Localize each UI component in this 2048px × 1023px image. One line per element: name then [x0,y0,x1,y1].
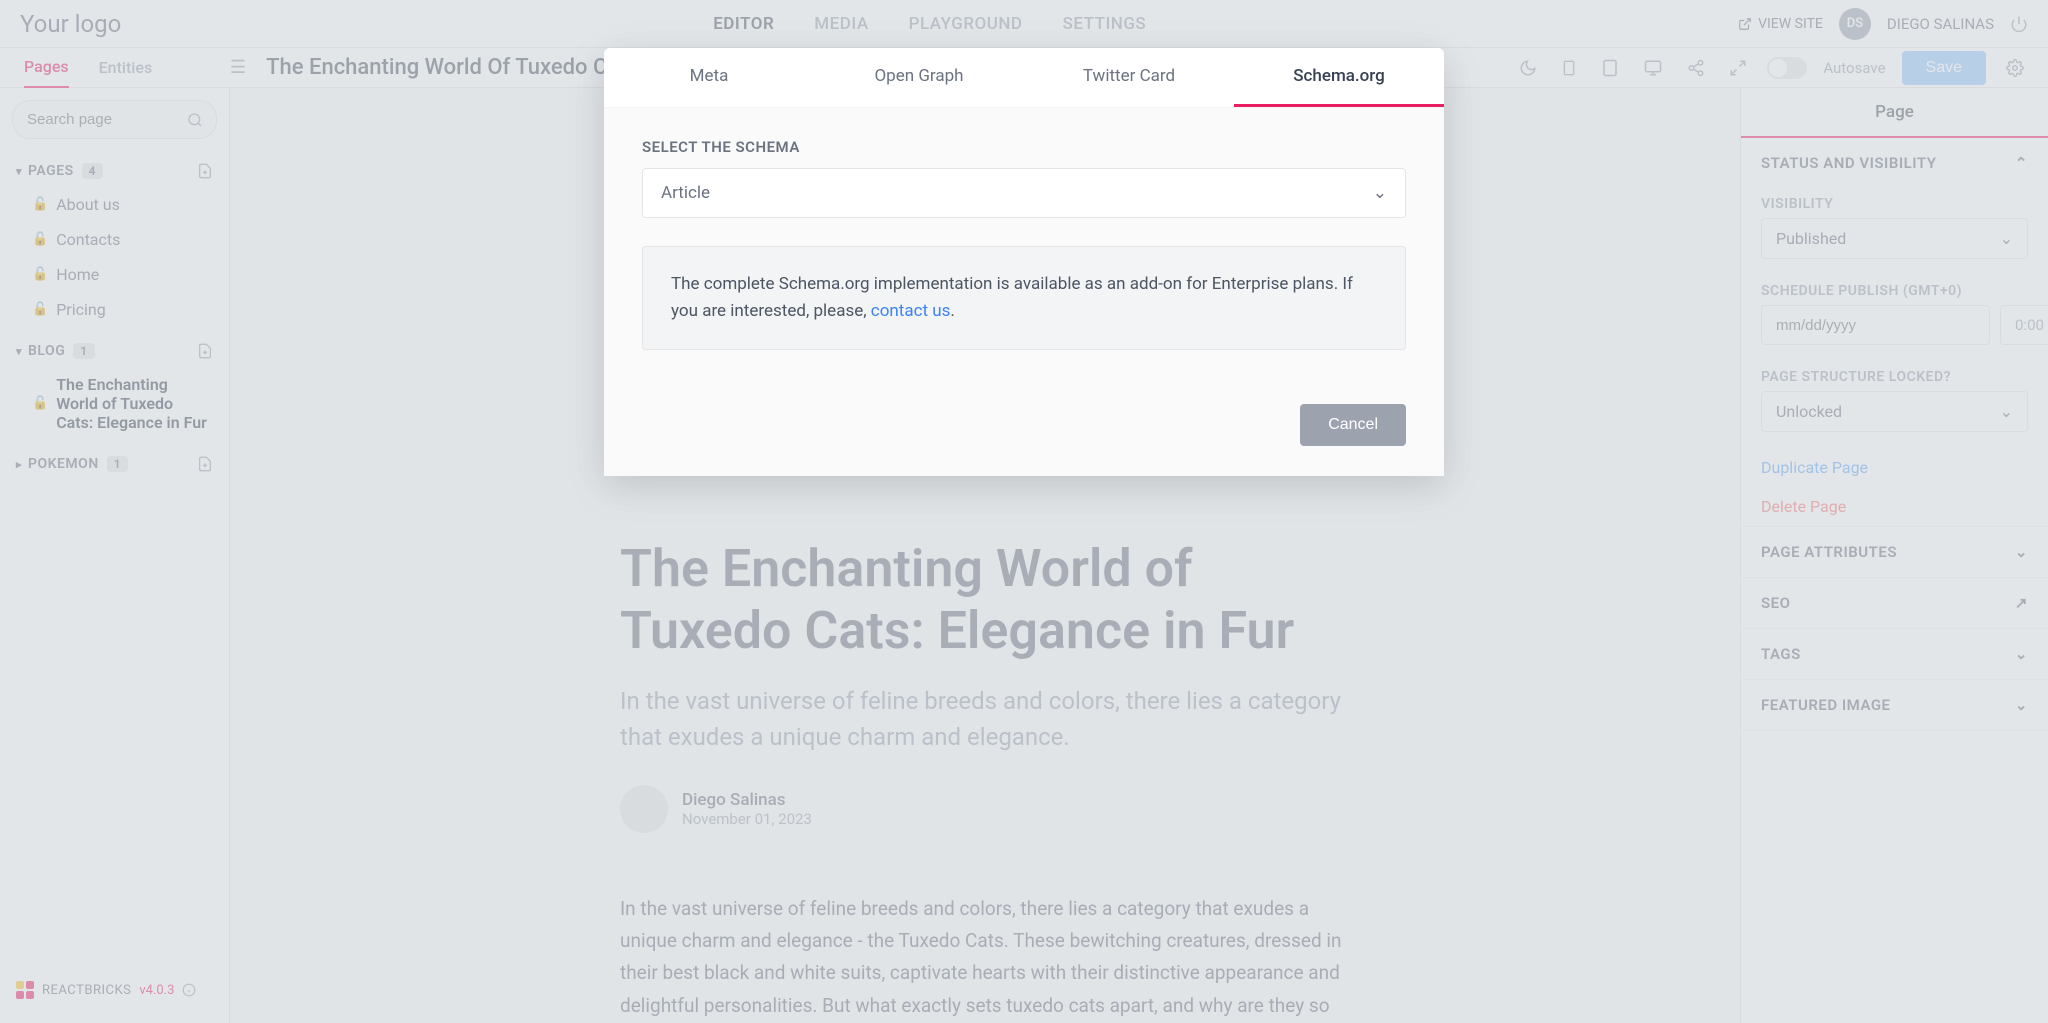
schema-select[interactable]: Article ⌄ [642,168,1406,218]
modal-body: SELECT THE SCHEMA Article ⌄ The complete… [604,108,1444,380]
schema-select-value: Article [661,183,710,203]
modal-tab-twitter[interactable]: Twitter Card [1024,48,1234,107]
modal-tab-meta[interactable]: Meta [604,48,814,107]
contact-us-link[interactable]: contact us [871,301,951,321]
cancel-button[interactable]: Cancel [1300,404,1406,446]
chevron-down-icon: ⌄ [1373,183,1387,203]
schema-info-box: The complete Schema.org implementation i… [642,246,1406,350]
schema-select-label: SELECT THE SCHEMA [642,138,1406,156]
schema-modal: Meta Open Graph Twitter Card Schema.org … [604,48,1444,476]
info-text: The complete Schema.org implementation i… [671,274,1353,321]
modal-tabs: Meta Open Graph Twitter Card Schema.org [604,48,1444,108]
modal-tab-opengraph[interactable]: Open Graph [814,48,1024,107]
modal-tab-schema[interactable]: Schema.org [1234,48,1444,107]
info-period: . [950,301,954,321]
modal-footer: Cancel [604,380,1444,476]
